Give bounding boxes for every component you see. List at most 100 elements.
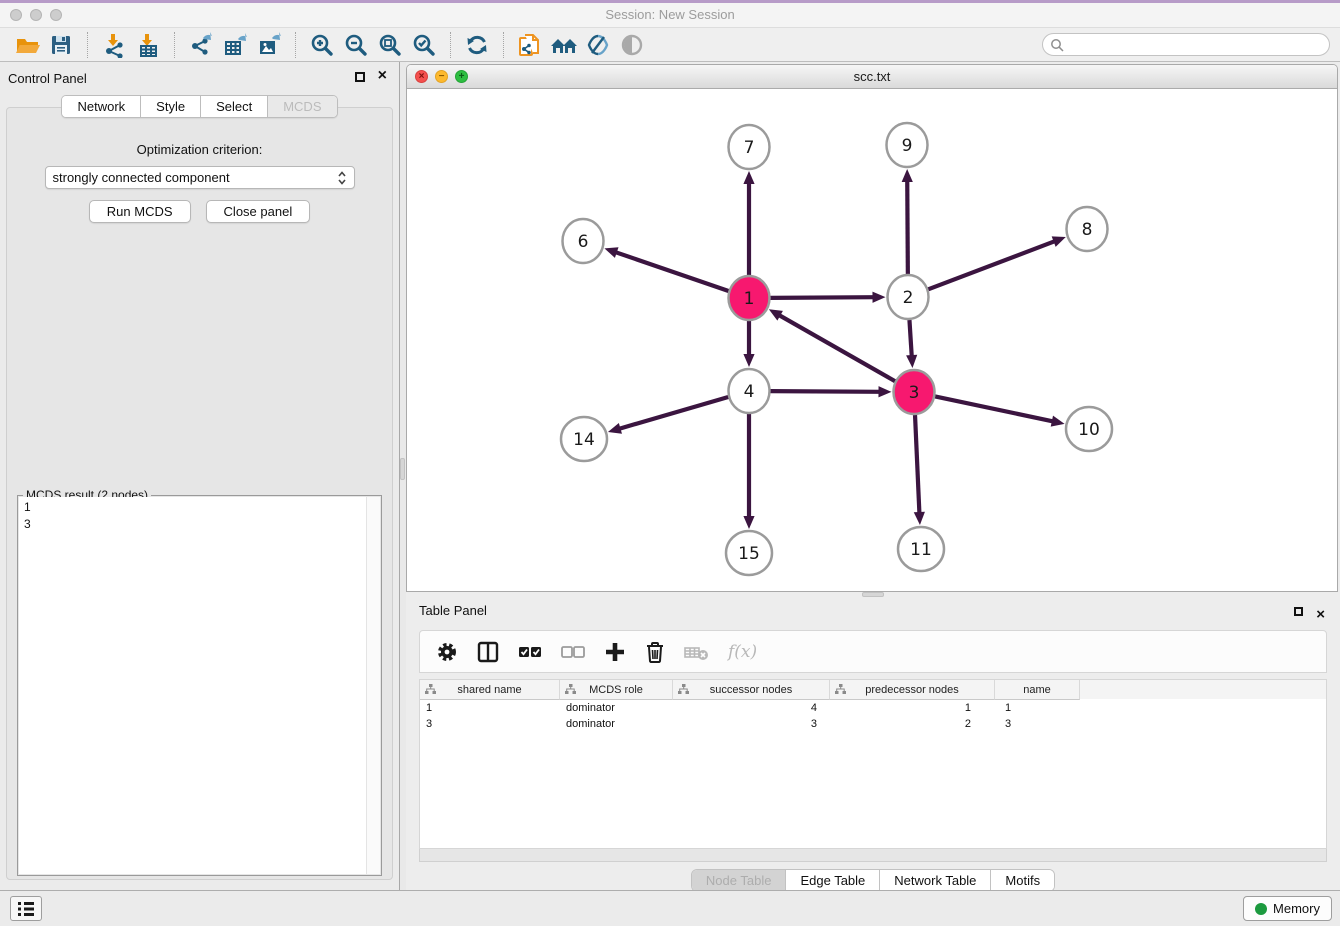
graph-node-11[interactable]: 11 xyxy=(898,527,944,571)
tab-network-table[interactable]: Network Table xyxy=(880,870,991,891)
toolbar-separator xyxy=(503,32,504,58)
column-header-mcds-role[interactable]: MCDS role xyxy=(560,680,673,700)
cell-successor-nodes[interactable]: 3 xyxy=(673,718,830,730)
tab-mcds[interactable]: MCDS xyxy=(268,96,336,117)
cell-predecessor-nodes[interactable]: 2 xyxy=(830,718,995,730)
traffic-lights xyxy=(10,9,62,21)
run-mcds-button[interactable]: Run MCDS xyxy=(89,200,191,223)
cell-shared-name[interactable]: 3 xyxy=(420,718,560,730)
svg-text:7: 7 xyxy=(744,138,755,158)
list-icon xyxy=(16,900,36,918)
graph-node-10[interactable]: 10 xyxy=(1066,407,1112,451)
network-graph-svg[interactable]: 7 9 6 8 1 2 4 3 14 10 15 11 xyxy=(407,89,1336,592)
mcds-result-line: 1 xyxy=(24,499,375,516)
graph-node-9[interactable]: 9 xyxy=(887,123,928,167)
zoom-window-button[interactable] xyxy=(50,9,62,21)
column-header-predecessor-nodes[interactable]: predecessor nodes xyxy=(830,680,995,700)
cell-shared-name[interactable]: 1 xyxy=(420,702,560,714)
cell-successor-nodes[interactable]: 4 xyxy=(673,702,830,714)
clone-network-icon[interactable] xyxy=(513,31,547,59)
column-header-name[interactable]: name xyxy=(995,680,1080,700)
column-header-successor-nodes[interactable]: successor nodes xyxy=(673,680,830,700)
column-header-shared-name[interactable]: shared name xyxy=(420,680,560,700)
network-minimize-button[interactable]: − xyxy=(435,70,448,83)
control-panel-header: Control Panel × xyxy=(0,62,399,92)
close-panel-icon[interactable]: × xyxy=(378,67,387,85)
criterion-dropdown[interactable]: strongly connected component xyxy=(45,166,355,189)
refresh-icon[interactable] xyxy=(460,31,494,59)
save-session-icon[interactable] xyxy=(44,31,78,59)
close-panel-icon[interactable]: × xyxy=(1316,602,1325,628)
graph-node-6[interactable]: 6 xyxy=(563,219,604,263)
import-table-icon[interactable] xyxy=(131,31,165,59)
graph-node-15[interactable]: 15 xyxy=(726,531,772,575)
optimization-criterion-label: Optimization criterion: xyxy=(7,142,392,157)
zoom-out-icon[interactable] xyxy=(339,31,373,59)
zoom-in-icon[interactable] xyxy=(305,31,339,59)
tab-node-table[interactable]: Node Table xyxy=(692,870,787,891)
close-window-button[interactable] xyxy=(10,9,22,21)
task-history-button[interactable] xyxy=(10,896,42,921)
network-close-button[interactable]: × xyxy=(415,70,428,83)
tab-motifs[interactable]: Motifs xyxy=(991,870,1054,891)
float-panel-icon[interactable] xyxy=(355,72,365,82)
export-image-icon[interactable] xyxy=(252,31,286,59)
cell-name[interactable]: 3 xyxy=(995,718,1080,730)
graph-node-7[interactable]: 7 xyxy=(729,125,770,169)
graph-node-2[interactable]: 2 xyxy=(888,275,929,319)
cell-mcds-role[interactable]: dominator xyxy=(560,702,673,714)
table-toolbar: f(x) xyxy=(419,630,1327,673)
tab-edge-table[interactable]: Edge Table xyxy=(786,870,880,891)
table-panel-header: Table Panel × xyxy=(419,598,1327,624)
zoom-selected-icon[interactable] xyxy=(407,31,441,59)
import-network-icon[interactable] xyxy=(97,31,131,59)
add-icon[interactable] xyxy=(603,640,627,664)
header-filler xyxy=(1080,680,1326,700)
tab-select[interactable]: Select xyxy=(201,96,268,117)
tab-style[interactable]: Style xyxy=(141,96,201,117)
column-flag-icon xyxy=(425,684,436,698)
control-panel-title: Control Panel xyxy=(8,71,87,86)
memory-button[interactable]: Memory xyxy=(1243,896,1332,921)
graph-node-14[interactable]: 14 xyxy=(561,417,607,461)
toolbar-separator xyxy=(87,32,88,58)
open-session-icon[interactable] xyxy=(10,31,44,59)
select-all-icon[interactable] xyxy=(517,640,543,664)
home-icon[interactable] xyxy=(547,31,581,59)
graph-node-1[interactable]: 1 xyxy=(729,276,770,320)
cell-mcds-role[interactable]: dominator xyxy=(560,718,673,730)
network-zoom-button[interactable]: + xyxy=(455,70,468,83)
mcds-result-list[interactable]: 1 3 xyxy=(19,497,380,874)
deselect-all-icon[interactable] xyxy=(560,640,586,664)
graph-node-8[interactable]: 8 xyxy=(1067,207,1108,251)
zoom-fit-icon[interactable] xyxy=(373,31,407,59)
tab-network[interactable]: Network xyxy=(62,96,141,117)
column-flag-icon xyxy=(835,684,846,698)
table-horizontal-scrollbar[interactable] xyxy=(419,849,1327,862)
float-panel-icon[interactable] xyxy=(1294,607,1303,616)
table-row[interactable]: 1 dominator 4 1 1 xyxy=(420,700,1326,716)
criterion-dropdown-value: strongly connected component xyxy=(53,170,337,185)
table-row[interactable]: 3 dominator 3 2 3 xyxy=(420,716,1326,732)
cell-predecessor-nodes[interactable]: 1 xyxy=(830,702,995,714)
svg-text:1: 1 xyxy=(744,289,755,309)
graph-node-4[interactable]: 4 xyxy=(729,369,770,413)
splitter-grip[interactable] xyxy=(862,592,884,597)
result-scrollbar[interactable] xyxy=(366,497,380,874)
gear-icon[interactable] xyxy=(435,640,459,664)
svg-text:4: 4 xyxy=(744,382,755,402)
network-window-controls: × − + xyxy=(415,70,468,83)
cell-name[interactable]: 1 xyxy=(995,702,1080,714)
search-box[interactable] xyxy=(1042,33,1330,56)
graphics-details-icon[interactable] xyxy=(581,31,615,59)
columns-icon[interactable] xyxy=(476,640,500,664)
trash-icon[interactable] xyxy=(644,640,666,664)
search-input[interactable] xyxy=(1069,38,1322,52)
minimize-window-button[interactable] xyxy=(30,9,42,21)
export-network-icon[interactable] xyxy=(184,31,218,59)
svg-text:10: 10 xyxy=(1078,420,1100,440)
splitter-grip[interactable] xyxy=(400,458,405,480)
graph-node-3[interactable]: 3 xyxy=(894,370,935,414)
export-table-icon[interactable] xyxy=(218,31,252,59)
close-panel-button[interactable]: Close panel xyxy=(206,200,311,223)
